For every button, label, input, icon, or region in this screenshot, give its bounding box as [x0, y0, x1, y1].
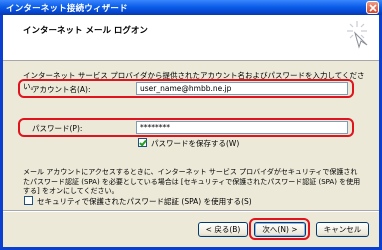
wizard-sparkle-icon — [347, 21, 368, 49]
password-label: パスワード(P): — [32, 124, 83, 133]
next-button[interactable]: 次へ(N) > — [254, 222, 306, 237]
title-bar[interactable]: インターネット接続ウィザード — [0, 0, 382, 15]
password-field[interactable]: ******** — [136, 121, 348, 134]
page-title: インターネット メール ログオン — [23, 26, 148, 36]
account-label: アカウント名(A): — [32, 85, 91, 94]
wizard-body: インターネット メール ログオン インターネット サービス プロバイダから提供さ… — [3, 15, 379, 247]
back-button[interactable]: < 戻る(B) — [198, 222, 248, 237]
spa-label[interactable]: セキュリティで保護されたパスワード認証 (SPA) を使用する(S) — [37, 196, 252, 207]
spa-description: メール アカウントにアクセスするときに、インターネット サービス プロバイダがセ… — [23, 168, 361, 195]
remember-password-checkbox[interactable] — [138, 138, 147, 147]
spa-checkbox[interactable] — [24, 196, 33, 205]
close-icon — [369, 4, 377, 12]
wizard-window: インターネット接続ウィザード インターネット メール ログオン インターネット … — [0, 0, 382, 250]
wizard-header: インターネット メール ログオン — [3, 15, 379, 61]
remember-password-label[interactable]: パスワードを保存する(W) — [151, 138, 239, 149]
account-name-field[interactable]: user_name@hmbb.ne.jp — [136, 82, 348, 95]
window-title: インターネット接続ウィザード — [6, 4, 128, 14]
button-separator — [3, 210, 379, 212]
cancel-button[interactable]: キャンセル — [316, 222, 369, 237]
close-button[interactable] — [366, 1, 379, 14]
